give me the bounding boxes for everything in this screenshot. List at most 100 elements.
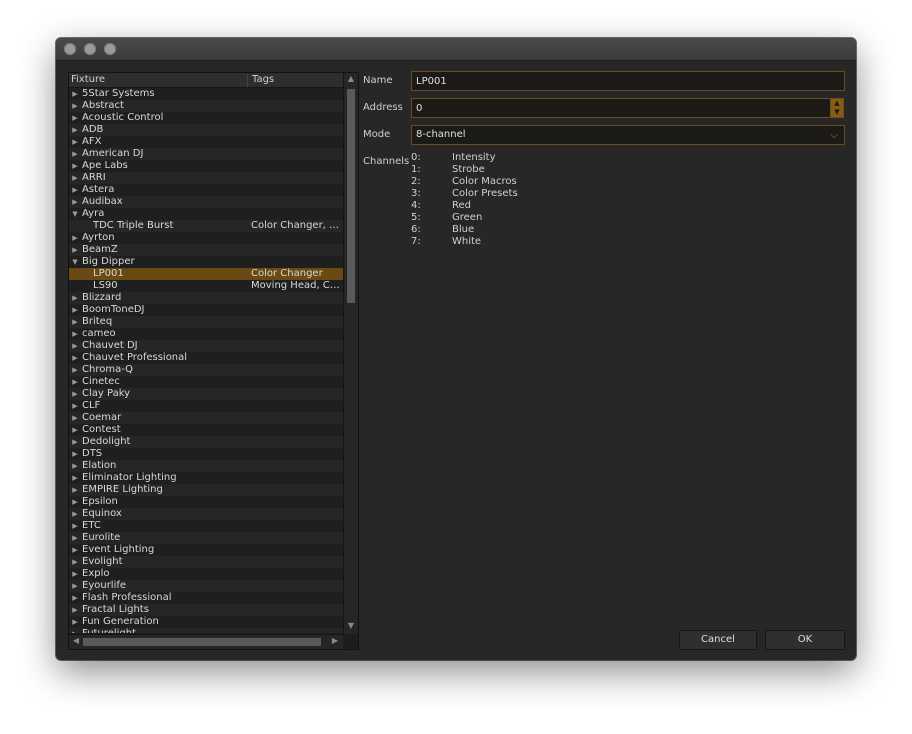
chevron-up-icon[interactable]: ▲ xyxy=(831,99,843,108)
tree-manufacturer-row[interactable]: ▶ Event Lighting xyxy=(69,544,343,556)
tree-manufacturer-row[interactable]: ▶ ARRI xyxy=(69,172,343,184)
tree-manufacturer-row[interactable]: ▶ ETC xyxy=(69,520,343,532)
column-header-fixture[interactable]: Fixture xyxy=(71,74,105,85)
tree-manufacturer-row[interactable]: ▶ Briteq xyxy=(69,316,343,328)
disclosure-collapsed-icon[interactable]: ▶ xyxy=(70,100,80,112)
disclosure-collapsed-icon[interactable]: ▶ xyxy=(70,196,80,208)
tree-manufacturer-row[interactable]: ▶ EMPIRE Lighting xyxy=(69,484,343,496)
disclosure-collapsed-icon[interactable]: ▶ xyxy=(70,400,80,412)
disclosure-collapsed-icon[interactable]: ▶ xyxy=(70,364,80,376)
tree-manufacturer-row[interactable]: ▶ Chroma-Q xyxy=(69,364,343,376)
vertical-scrollbar[interactable]: ▲ ▼ xyxy=(343,73,358,634)
disclosure-collapsed-icon[interactable]: ▶ xyxy=(70,388,80,400)
scroll-right-arrow-icon[interactable]: ▶ xyxy=(328,636,342,645)
tree-manufacturer-row[interactable]: ▶ Chauvet DJ xyxy=(69,340,343,352)
tree-manufacturer-row[interactable]: ▶ ADB xyxy=(69,124,343,136)
tree-manufacturer-row[interactable]: ▶ Acoustic Control xyxy=(69,112,343,124)
disclosure-collapsed-icon[interactable]: ▶ xyxy=(70,328,80,340)
tree-manufacturer-row[interactable]: ▶ Elation xyxy=(69,460,343,472)
disclosure-collapsed-icon[interactable]: ▶ xyxy=(70,424,80,436)
tree-manufacturer-row[interactable]: ▶ Epsilon xyxy=(69,496,343,508)
tree-manufacturer-row[interactable]: ▶ Ayrton xyxy=(69,232,343,244)
tree-manufacturer-row[interactable]: ▶ Blizzard xyxy=(69,292,343,304)
tree-manufacturer-row[interactable]: ▶ Contest xyxy=(69,424,343,436)
ok-button[interactable]: OK xyxy=(765,630,845,650)
disclosure-collapsed-icon[interactable]: ▶ xyxy=(70,472,80,484)
tree-manufacturer-row[interactable]: ▼ Ayra xyxy=(69,208,343,220)
tree-manufacturer-row[interactable]: ▶ Fun Generation xyxy=(69,616,343,628)
tree-manufacturer-row[interactable]: ▶ Equinox xyxy=(69,508,343,520)
tree-manufacturer-row[interactable]: ▶ cameo xyxy=(69,328,343,340)
tree-manufacturer-row[interactable]: ▶ Clay Paky xyxy=(69,388,343,400)
horizontal-scroll-thumb[interactable] xyxy=(83,638,321,646)
scroll-down-arrow-icon[interactable]: ▼ xyxy=(344,621,358,630)
tree-manufacturer-row[interactable]: ▶ Flash Professional xyxy=(69,592,343,604)
disclosure-collapsed-icon[interactable]: ▶ xyxy=(70,604,80,616)
tree-manufacturer-row[interactable]: ▶ BoomToneDJ xyxy=(69,304,343,316)
disclosure-collapsed-icon[interactable]: ▶ xyxy=(70,484,80,496)
tree-manufacturer-row[interactable]: ▶ BeamZ xyxy=(69,244,343,256)
close-window-button[interactable] xyxy=(64,43,76,55)
tree-manufacturer-row[interactable]: ▶ Chauvet Professional xyxy=(69,352,343,364)
tree-manufacturer-row[interactable]: ▶ DTS xyxy=(69,448,343,460)
disclosure-collapsed-icon[interactable]: ▶ xyxy=(70,568,80,580)
disclosure-collapsed-icon[interactable]: ▶ xyxy=(70,532,80,544)
disclosure-collapsed-icon[interactable]: ▶ xyxy=(70,136,80,148)
disclosure-collapsed-icon[interactable]: ▶ xyxy=(70,148,80,160)
disclosure-collapsed-icon[interactable]: ▶ xyxy=(70,340,80,352)
disclosure-collapsed-icon[interactable]: ▶ xyxy=(70,304,80,316)
tree-manufacturer-row[interactable]: ▶ Abstract xyxy=(69,100,343,112)
disclosure-collapsed-icon[interactable]: ▶ xyxy=(70,172,80,184)
scroll-up-arrow-icon[interactable]: ▲ xyxy=(344,74,358,83)
tree-manufacturer-row[interactable]: ▶ Explo xyxy=(69,568,343,580)
disclosure-collapsed-icon[interactable]: ▶ xyxy=(70,244,80,256)
disclosure-collapsed-icon[interactable]: ▶ xyxy=(70,88,80,100)
disclosure-collapsed-icon[interactable]: ▶ xyxy=(70,496,80,508)
tree-manufacturer-row[interactable]: ▶ Dedolight xyxy=(69,436,343,448)
disclosure-collapsed-icon[interactable]: ▶ xyxy=(70,616,80,628)
name-input[interactable] xyxy=(411,71,845,91)
tree-manufacturer-row[interactable]: ▶ Ape Labs xyxy=(69,160,343,172)
tree-manufacturer-row[interactable]: ▶ 5Star Systems xyxy=(69,88,343,100)
disclosure-collapsed-icon[interactable]: ▶ xyxy=(70,436,80,448)
tree-manufacturer-row[interactable]: ▶ Eliminator Lighting xyxy=(69,472,343,484)
vertical-scroll-thumb[interactable] xyxy=(347,89,355,303)
tree-manufacturer-row[interactable]: ▶ Eyourlife xyxy=(69,580,343,592)
cancel-button[interactable]: Cancel xyxy=(679,630,757,650)
disclosure-collapsed-icon[interactable]: ▶ xyxy=(70,184,80,196)
tree-manufacturer-row[interactable]: ▶ Audibax xyxy=(69,196,343,208)
disclosure-collapsed-icon[interactable]: ▶ xyxy=(70,112,80,124)
disclosure-collapsed-icon[interactable]: ▶ xyxy=(70,352,80,364)
zoom-window-button[interactable] xyxy=(104,43,116,55)
disclosure-collapsed-icon[interactable]: ▶ xyxy=(70,580,80,592)
disclosure-expanded-icon[interactable]: ▼ xyxy=(70,256,80,268)
tree-manufacturer-row[interactable]: ▶ AFX xyxy=(69,136,343,148)
disclosure-collapsed-icon[interactable]: ▶ xyxy=(70,124,80,136)
disclosure-collapsed-icon[interactable]: ▶ xyxy=(70,520,80,532)
disclosure-collapsed-icon[interactable]: ▶ xyxy=(70,544,80,556)
disclosure-collapsed-icon[interactable]: ▶ xyxy=(70,160,80,172)
minimize-window-button[interactable] xyxy=(84,43,96,55)
horizontal-scrollbar[interactable]: ◀ ▶ xyxy=(69,634,343,649)
address-spinbox[interactable] xyxy=(411,98,831,118)
chevron-down-icon[interactable]: ▼ xyxy=(831,108,843,117)
tree-manufacturer-row[interactable]: ▶ Astera xyxy=(69,184,343,196)
disclosure-collapsed-icon[interactable]: ▶ xyxy=(70,316,80,328)
mode-select[interactable]: 8-channel ⌵ xyxy=(411,125,845,145)
address-stepper[interactable]: ▲ ▼ xyxy=(830,98,844,118)
tree-manufacturer-row[interactable]: ▶ American DJ xyxy=(69,148,343,160)
tree-manufacturer-row[interactable]: ▶Futurelight xyxy=(69,628,343,633)
disclosure-collapsed-icon[interactable]: ▶ xyxy=(70,556,80,568)
column-header-tags[interactable]: Tags xyxy=(247,74,274,87)
tree-manufacturer-row[interactable]: ▼ Big Dipper xyxy=(69,256,343,268)
tree-manufacturer-row[interactable]: ▶ Cinetec xyxy=(69,376,343,388)
tree-fixture-row[interactable]: TDC Triple Burst Color Changer, Effect xyxy=(69,220,343,232)
tree-fixture-row[interactable]: LS90 Moving Head, Color Changer xyxy=(69,280,343,292)
disclosure-collapsed-icon[interactable]: ▶ xyxy=(70,412,80,424)
disclosure-collapsed-icon[interactable]: ▶ xyxy=(70,232,80,244)
disclosure-collapsed-icon[interactable]: ▶ xyxy=(70,292,80,304)
tree-manufacturer-row[interactable]: ▶ Evolight xyxy=(69,556,343,568)
disclosure-collapsed-icon[interactable]: ▶ xyxy=(70,592,80,604)
disclosure-expanded-icon[interactable]: ▼ xyxy=(70,208,80,220)
disclosure-collapsed-icon[interactable]: ▶ xyxy=(70,508,80,520)
